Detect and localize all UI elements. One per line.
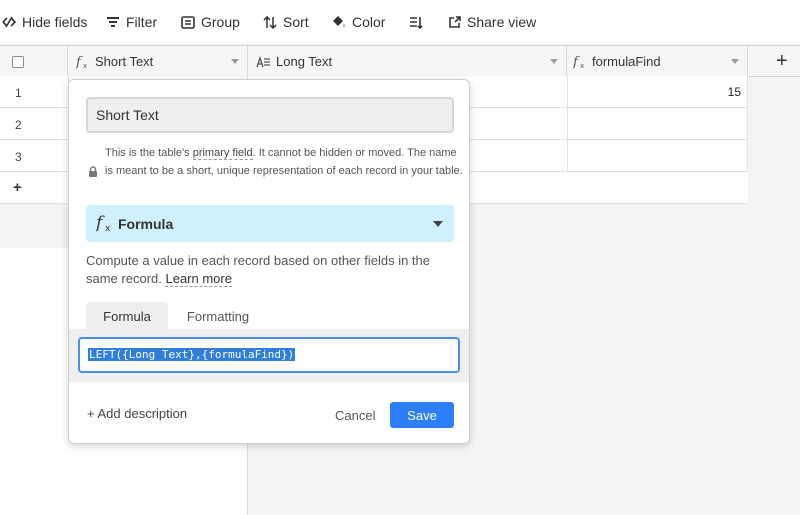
sort-button[interactable]: Sort	[263, 13, 309, 31]
formula-input[interactable]: LEFT({Long Text},{formulaFind})	[78, 337, 460, 373]
select-all-checkbox[interactable]	[12, 55, 24, 68]
svg-text:x: x	[83, 62, 87, 69]
long-text-icon	[256, 55, 270, 67]
learn-more-link[interactable]: Learn more	[165, 271, 232, 287]
column-name: formulaFind	[592, 54, 661, 69]
hide-fields-button[interactable]: Hide fields	[2, 13, 87, 31]
share-view-button[interactable]: Share view	[448, 13, 536, 31]
field-config-popup: Short Text This is the table's primary f…	[68, 79, 470, 444]
column-header-row: fx Short Text Long Text fx formulaFind +	[0, 45, 800, 77]
column-header-formula-find[interactable]: fx formulaFind	[567, 46, 748, 77]
primary-note-pre: This is the table's	[105, 147, 193, 159]
primary-field-note: This is the table's primary field. It ca…	[105, 144, 465, 180]
row-number: 1	[15, 86, 22, 100]
cell-formula-find[interactable]: 15	[567, 76, 748, 107]
cell-value: 15	[727, 85, 741, 99]
filter-label: Filter	[126, 14, 158, 30]
share-view-label: Share view	[467, 14, 537, 30]
svg-text:f: f	[573, 55, 580, 69]
column-name: Long Text	[276, 54, 333, 69]
chevron-down-icon	[433, 221, 443, 227]
column-header-long-text[interactable]: Long Text	[248, 46, 567, 77]
add-row-button[interactable]: +	[13, 179, 22, 196]
chevron-down-icon[interactable]	[231, 59, 239, 64]
color-label: Color	[352, 14, 386, 30]
svg-text:x: x	[580, 62, 584, 69]
field-type-description: Compute a value in each record based on …	[86, 252, 454, 288]
svg-text:f: f	[96, 213, 105, 233]
select-all-cell	[0, 46, 68, 77]
filter-icon	[107, 17, 119, 27]
formula-icon: fx	[573, 55, 584, 69]
field-type-select[interactable]: fx Formula	[86, 205, 454, 242]
filter-button[interactable]: Filter	[106, 13, 157, 31]
field-type-label: Formula	[118, 216, 174, 232]
sort-label: Sort	[283, 14, 309, 30]
svg-text:x: x	[105, 224, 111, 233]
group-button[interactable]: Group	[181, 13, 240, 31]
lock-icon	[89, 166, 97, 177]
field-name-input[interactable]: Short Text	[86, 97, 454, 133]
group-label: Group	[201, 14, 240, 30]
tab-formula[interactable]: Formula	[86, 302, 168, 330]
chevron-down-icon[interactable]	[731, 59, 739, 64]
formula-icon: fx	[96, 213, 111, 233]
description-text: Compute a value in each record based on …	[86, 253, 430, 286]
add-description-button[interactable]: + Add description	[87, 406, 187, 421]
chevron-down-icon[interactable]	[550, 59, 558, 64]
hide-fields-icon	[2, 16, 16, 28]
add-column-button[interactable]: +	[776, 50, 788, 73]
svg-text:f: f	[76, 55, 83, 69]
formula-icon: fx	[76, 55, 87, 69]
formula-text: LEFT({Long Text},{formulaFind})	[88, 348, 296, 361]
sort-icon	[263, 15, 277, 29]
column-name: Short Text	[95, 54, 154, 69]
cell-formula-find[interactable]	[567, 140, 748, 171]
color-button[interactable]: Color	[331, 13, 385, 31]
tab-formatting[interactable]: Formatting	[174, 302, 262, 330]
column-header-short-text[interactable]: fx Short Text	[68, 46, 248, 77]
cancel-button[interactable]: Cancel	[335, 408, 375, 423]
row-height-button[interactable]	[409, 13, 423, 31]
row-number: 3	[15, 150, 22, 164]
save-button[interactable]: Save	[390, 402, 454, 428]
row-height-icon	[410, 16, 423, 29]
row-number: 2	[15, 118, 22, 132]
group-icon	[181, 15, 195, 29]
cell-formula-find[interactable]	[567, 108, 748, 139]
view-toolbar: Hide fields Filter Group Sort Color Shar…	[0, 0, 800, 44]
primary-field-link[interactable]: primary field	[192, 147, 253, 160]
share-icon	[449, 15, 461, 28]
formula-editor-area: LEFT({Long Text},{formulaFind})	[69, 329, 469, 382]
hide-fields-label: Hide fields	[22, 14, 88, 30]
paint-bucket-icon	[333, 16, 345, 27]
